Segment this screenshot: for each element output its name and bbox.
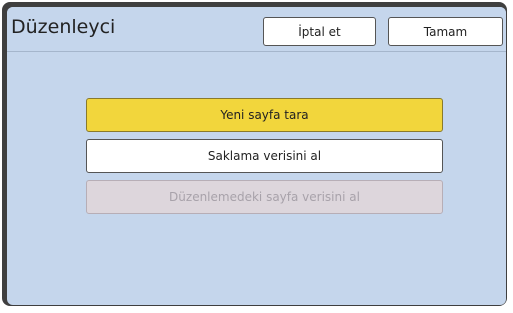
scan-new-page-button[interactable]: Yeni sayfa tara [86, 98, 443, 132]
dialog-title: Düzenleyci [11, 16, 116, 38]
get-storage-data-button[interactable]: Saklama verisini al [86, 139, 443, 173]
get-editing-page-data-button: Düzenlemedeki sayfa verisini al [86, 180, 443, 214]
cancel-button[interactable]: İptal et [263, 17, 376, 46]
ok-button[interactable]: Tamam [388, 17, 503, 46]
editor-dialog: Düzenleyci İptal et Tamam Yeni sayfa tar… [7, 7, 506, 305]
dialog-frame: Düzenleyci İptal et Tamam Yeni sayfa tar… [2, 2, 507, 306]
dialog-header: Düzenleyci İptal et Tamam [7, 7, 506, 52]
